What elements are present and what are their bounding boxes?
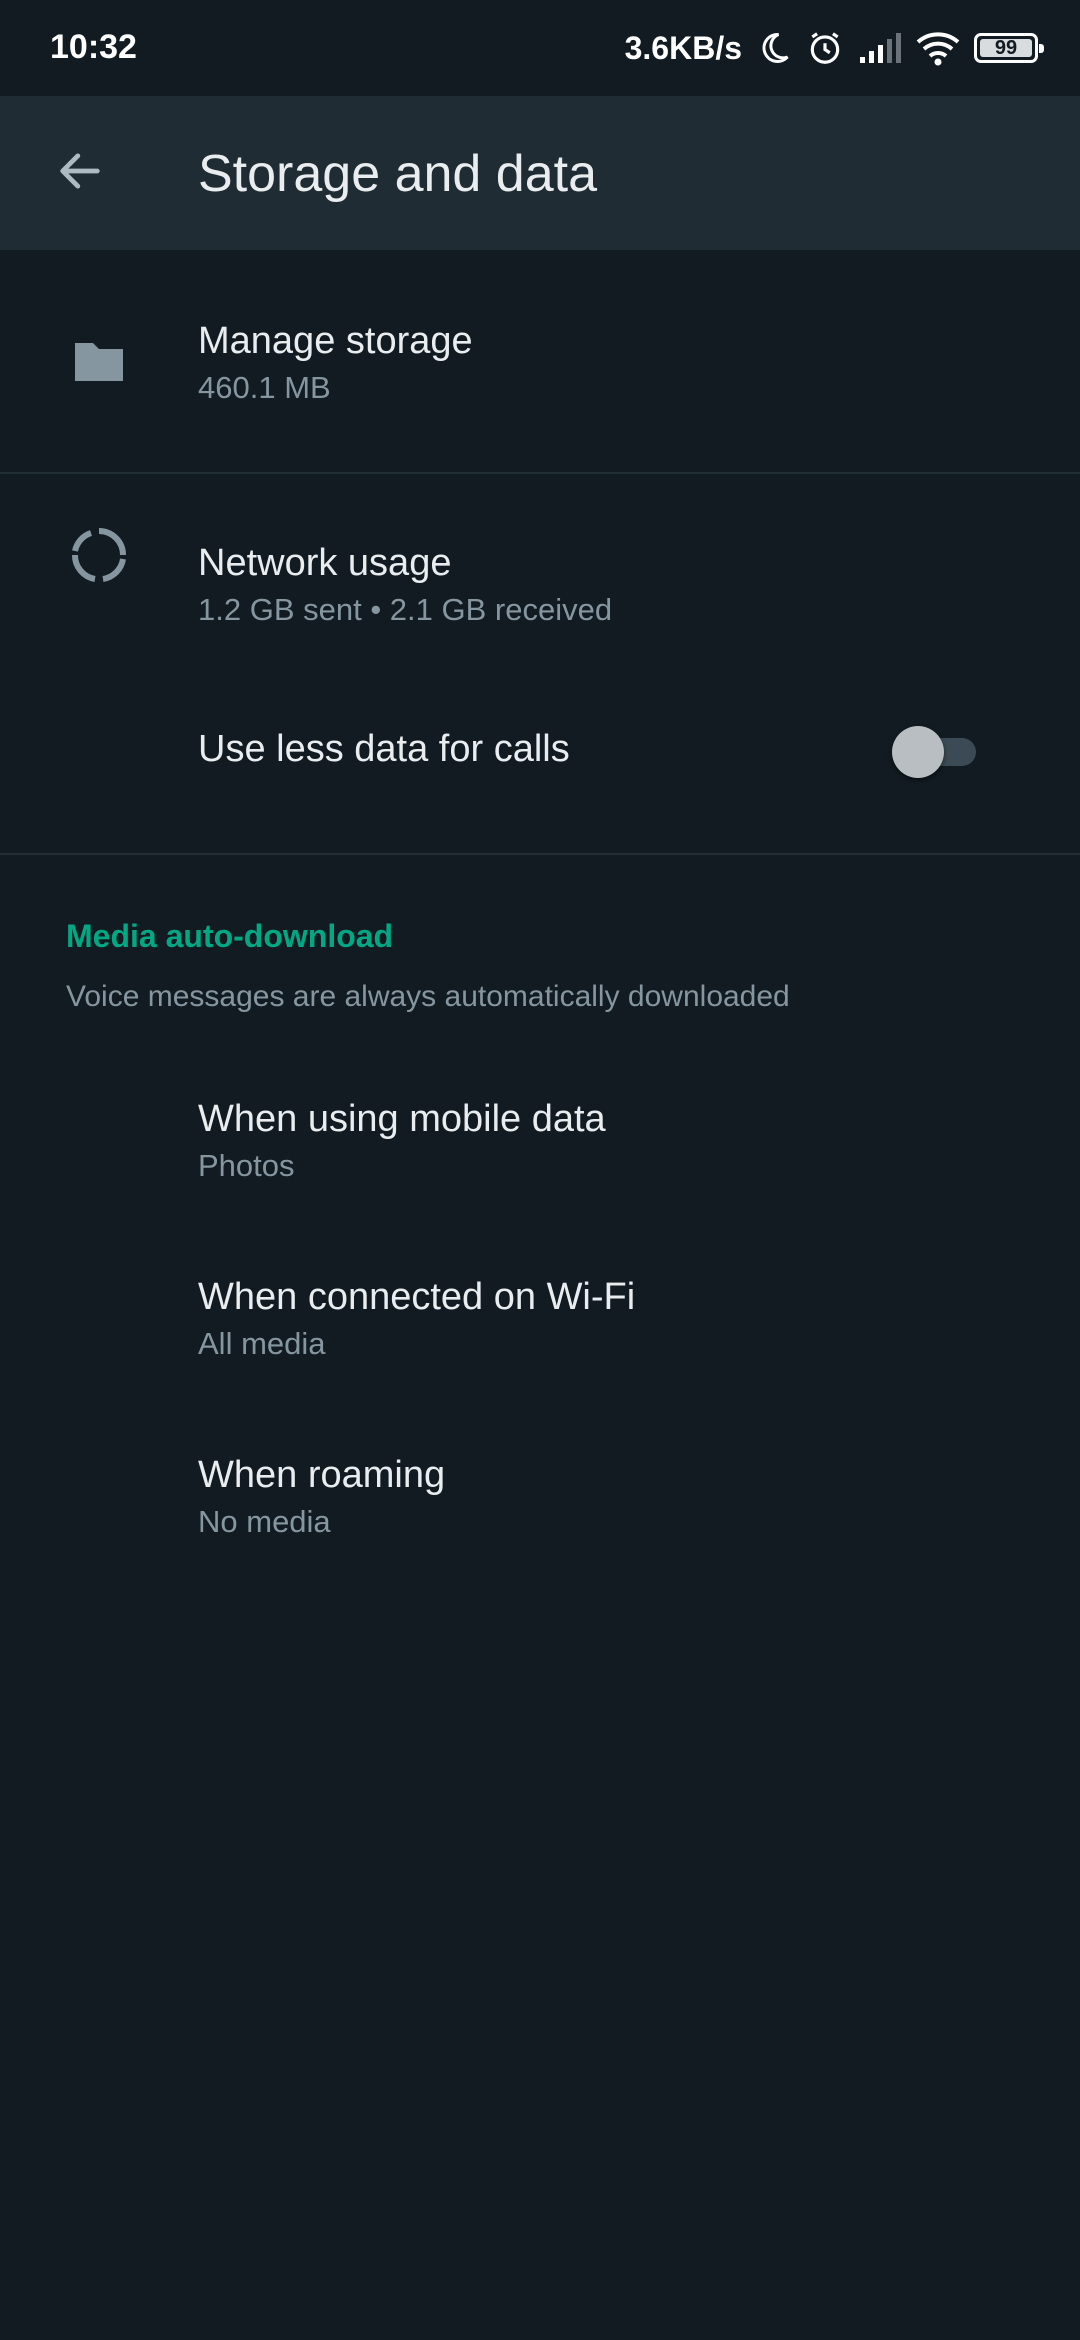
auto-download-wifi-label: When connected on Wi-Fi <box>198 1276 636 1318</box>
network-usage-stats: 1.2 GB sent • 2.1 GB received <box>198 592 613 627</box>
auto-download-roaming-label: When roaming <box>198 1454 446 1496</box>
manage-storage-size: 460.1 MB <box>198 370 331 405</box>
back-button[interactable] <box>40 133 120 213</box>
status-bar: 10:32 3.6KB/s 99 <box>0 0 1080 96</box>
auto-download-wifi-value: All media <box>198 1326 326 1361</box>
auto-download-mobile-label: When using mobile data <box>198 1098 606 1140</box>
toggle-thumb <box>892 726 944 778</box>
wifi-icon <box>916 30 960 66</box>
less-data-calls-label: Use less data for calls <box>198 728 570 770</box>
network-usage-icon <box>66 522 132 588</box>
network-speed: 3.6KB/s <box>624 29 742 66</box>
folder-icon <box>66 328 132 394</box>
network-usage-item[interactable]: Network usage 1.2 GB sent • 2.1 GB recei… <box>0 474 1080 638</box>
auto-download-roaming[interactable]: When roaming No media <box>0 1436 1080 1606</box>
less-data-calls-toggle[interactable] <box>890 726 982 778</box>
auto-download-mobile-value: Photos <box>198 1148 295 1183</box>
auto-download-wifi[interactable]: When connected on Wi-Fi All media <box>0 1258 1080 1428</box>
alarm-icon <box>806 29 844 67</box>
page-title: Storage and data <box>198 145 597 203</box>
arrow-left-icon <box>54 145 106 202</box>
section-header-media: Media auto-download <box>66 918 394 954</box>
manage-storage-label: Manage storage <box>198 320 473 362</box>
battery-percent: 99 <box>994 36 1018 59</box>
moon-icon <box>756 30 792 66</box>
auto-download-mobile-data[interactable]: When using mobile data Photos <box>0 1080 1080 1250</box>
battery-icon: 99 <box>974 33 1044 63</box>
auto-download-roaming-value: No media <box>198 1504 331 1539</box>
status-time: 10:32 <box>50 28 137 66</box>
status-icons: 3.6KB/s 99 <box>624 24 1044 72</box>
section-note: Voice messages are always automatically … <box>66 980 790 1013</box>
network-usage-label: Network usage <box>198 542 452 584</box>
app-bar: Storage and data <box>0 96 1080 250</box>
manage-storage-item[interactable]: Manage storage 460.1 MB <box>0 250 1080 472</box>
signal-icon <box>858 31 902 65</box>
divider <box>0 853 1080 855</box>
